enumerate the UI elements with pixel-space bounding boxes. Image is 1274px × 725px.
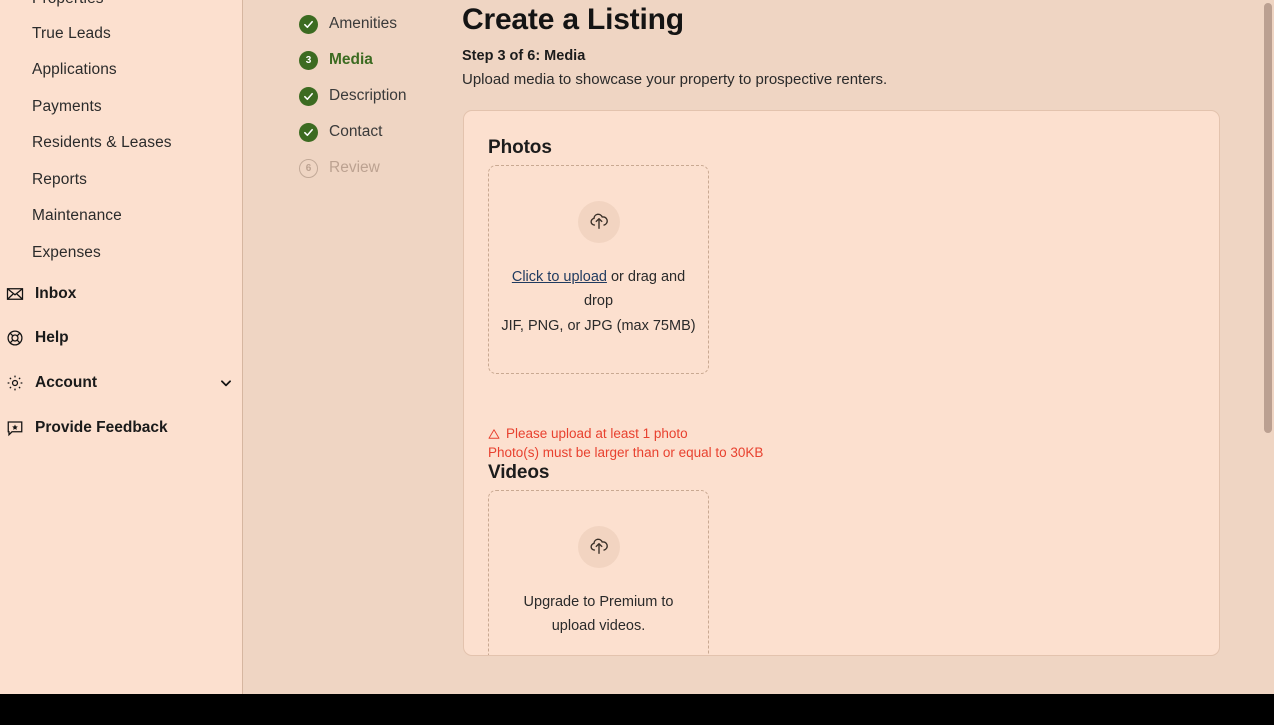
sidebar-item-applications[interactable]: Applications	[32, 61, 117, 79]
sidebar-item-payments[interactable]: Payments	[32, 98, 102, 116]
photo-upload-instruction: Click to upload or drag and drop	[511, 265, 687, 313]
photo-error-list: Please upload at least 1 photo Photo(s) m…	[488, 424, 763, 462]
sidebar-item-maintenance[interactable]: Maintenance	[32, 207, 122, 225]
sidebar-item-label: Inbox	[35, 285, 77, 302]
sidebar-item-inbox[interactable]: Inbox	[6, 285, 242, 303]
videos-section-title: Videos	[488, 462, 550, 483]
chevron-down-icon[interactable]	[219, 376, 233, 390]
video-upgrade-line1: Upgrade to Premium to	[523, 594, 674, 610]
gear-icon	[6, 374, 24, 392]
page-title: Create a Listing	[462, 3, 684, 36]
step-label: Amenities	[329, 15, 398, 32]
video-upgrade-line2: upload videos.	[551, 618, 646, 634]
check-icon	[299, 14, 318, 34]
video-dropzone[interactable]: Upgrade to Premium to upload videos.	[488, 490, 709, 655]
photo-format-hint: JIF, PNG, or JPG (max 75MB)	[501, 318, 696, 334]
sidebar-item-label: Account	[35, 374, 97, 391]
photo-upload-icon-wrap	[577, 201, 620, 243]
sidebar-item-expenses[interactable]: Expenses	[32, 244, 101, 262]
vertical-scrollbar-track[interactable]	[1262, 0, 1274, 694]
step-label: Description	[329, 87, 407, 104]
photo-error-message: Please upload at least 1 photo	[488, 424, 763, 443]
step-item-media[interactable]: 3 Media	[299, 42, 373, 78]
video-upgrade-message: Upgrade to Premium to upload videos.	[499, 590, 699, 638]
media-card: Photos Click to upload or drag and drop …	[463, 110, 1220, 656]
step-label: Review	[329, 159, 380, 176]
sidebar-item-label: Help	[35, 329, 69, 346]
step-item-amenities[interactable]: Amenities	[299, 6, 397, 42]
vertical-scrollbar-thumb[interactable]	[1264, 3, 1272, 433]
photos-section-title: Photos	[488, 137, 552, 158]
sidebar-item-help[interactable]: Help	[6, 329, 242, 347]
step-label: Media	[329, 51, 373, 68]
feedback-icon	[6, 419, 24, 437]
page-description: Upload media to showcase your property t…	[462, 71, 888, 88]
sidebar-item-account[interactable]: Account	[6, 374, 242, 392]
video-upload-icon-wrap	[577, 526, 620, 568]
sidebar-item-residents-leases[interactable]: Residents & Leases	[32, 134, 172, 152]
envelope-icon	[6, 285, 24, 303]
photo-error-text: Photo(s) must be larger than or equal to…	[488, 445, 764, 460]
warning-icon	[488, 428, 500, 440]
page-header: Create a Listing Step 3 of 6: Media Uplo…	[462, 0, 887, 90]
check-icon	[299, 122, 318, 142]
step-label: Contact	[329, 123, 383, 140]
photo-error-text: Please upload at least 1 photo	[506, 426, 688, 441]
sidebar-item-properties[interactable]: Properties	[32, 0, 104, 8]
bottom-bar	[0, 694, 1274, 725]
check-icon	[299, 86, 318, 106]
sidebar: Properties True Leads Applications Payments…	[0, 0, 243, 694]
sidebar-item-label: Provide Feedback	[35, 419, 168, 436]
cloud-upload-icon	[588, 534, 610, 561]
step-item-description[interactable]: Description	[299, 78, 407, 114]
main-content: Amenities 3 Media Description Contact 6 Review…	[243, 0, 1274, 694]
cloud-upload-icon	[588, 209, 610, 236]
photo-dropzone[interactable]: Click to upload or drag and drop JIF, PN…	[488, 165, 709, 374]
step-indicator-text: Step 3 of 6: Media	[462, 48, 586, 64]
step-number-badge: 3	[299, 50, 318, 70]
photo-error-message: Photo(s) must be larger than or equal to…	[488, 443, 763, 462]
step-item-review[interactable]: 6 Review	[299, 150, 380, 186]
life-ring-icon	[6, 329, 24, 347]
app-root: Properties True Leads Applications Payments…	[0, 0, 1274, 725]
sidebar-item-true-leads[interactable]: True Leads	[32, 25, 111, 43]
step-item-contact[interactable]: Contact	[299, 114, 382, 150]
step-number-badge: 6	[299, 158, 318, 178]
photo-click-to-upload-link[interactable]: Click to upload	[512, 269, 607, 285]
sidebar-item-provide-feedback[interactable]: Provide Feedback	[6, 419, 242, 437]
sidebar-item-reports[interactable]: Reports	[32, 171, 87, 189]
